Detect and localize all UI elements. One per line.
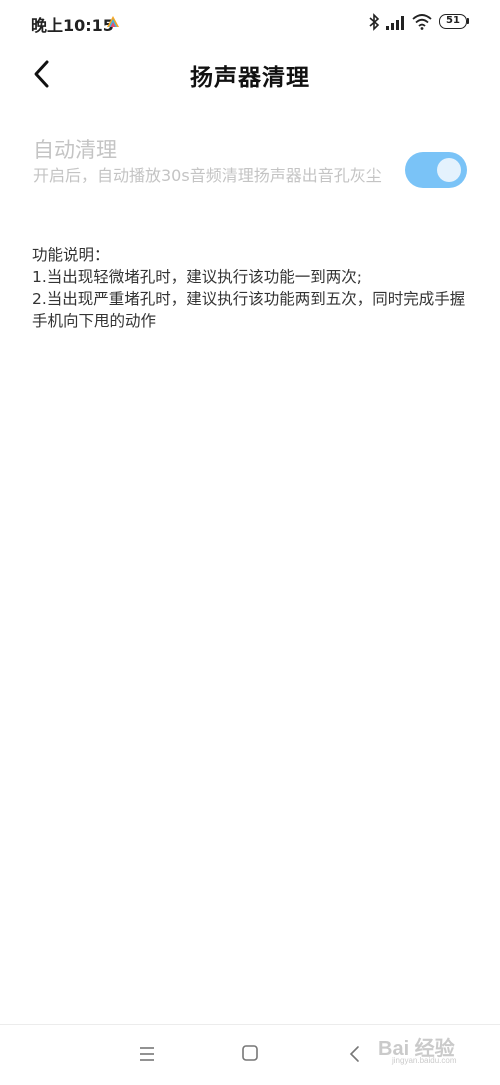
setting-title: 自动清理: [33, 138, 117, 162]
watermark-url: jingyan.baidu.com: [392, 1056, 457, 1065]
setting-description: 开启后，自动播放30s音频清理扬声器出音孔灰尘: [33, 166, 382, 185]
app-notification-icon: [107, 16, 119, 27]
status-bar: 晚上10:15 51: [0, 0, 500, 46]
info-line-1: 1.当出现轻微堵孔时，建议执行该功能一到两次;: [32, 268, 363, 286]
signal-icon: [386, 16, 404, 30]
wifi-icon: [412, 14, 432, 30]
battery-level: 51: [439, 14, 467, 29]
info-heading: 功能说明：: [32, 246, 110, 264]
home-square-icon[interactable]: [241, 1044, 259, 1062]
status-time: 晚上10:15: [31, 16, 114, 35]
baidu-jingyan-watermark: Bai 经验 jingyan.baidu.com: [378, 1028, 488, 1068]
function-description: 功能说明： 1.当出现轻微堵孔时，建议执行该功能一到两次; 2.当出现严重堵孔时…: [32, 244, 472, 332]
info-line-2: 2.当出现严重堵孔时，建议执行该功能两到五次，同时完成手握手机向下甩的动作: [32, 290, 466, 330]
nav-back-icon[interactable]: [347, 1044, 361, 1064]
battery-icon: [467, 18, 469, 24]
bluetooth-icon: [369, 13, 380, 31]
auto-clean-setting-row: 自动清理 开启后，自动播放30s音频清理扬声器出音孔灰尘: [33, 130, 473, 220]
page-title: 扬声器清理: [190, 65, 310, 91]
menu-icon[interactable]: [138, 1044, 156, 1064]
toggle-knob: [437, 158, 461, 182]
auto-clean-toggle[interactable]: [405, 152, 467, 188]
